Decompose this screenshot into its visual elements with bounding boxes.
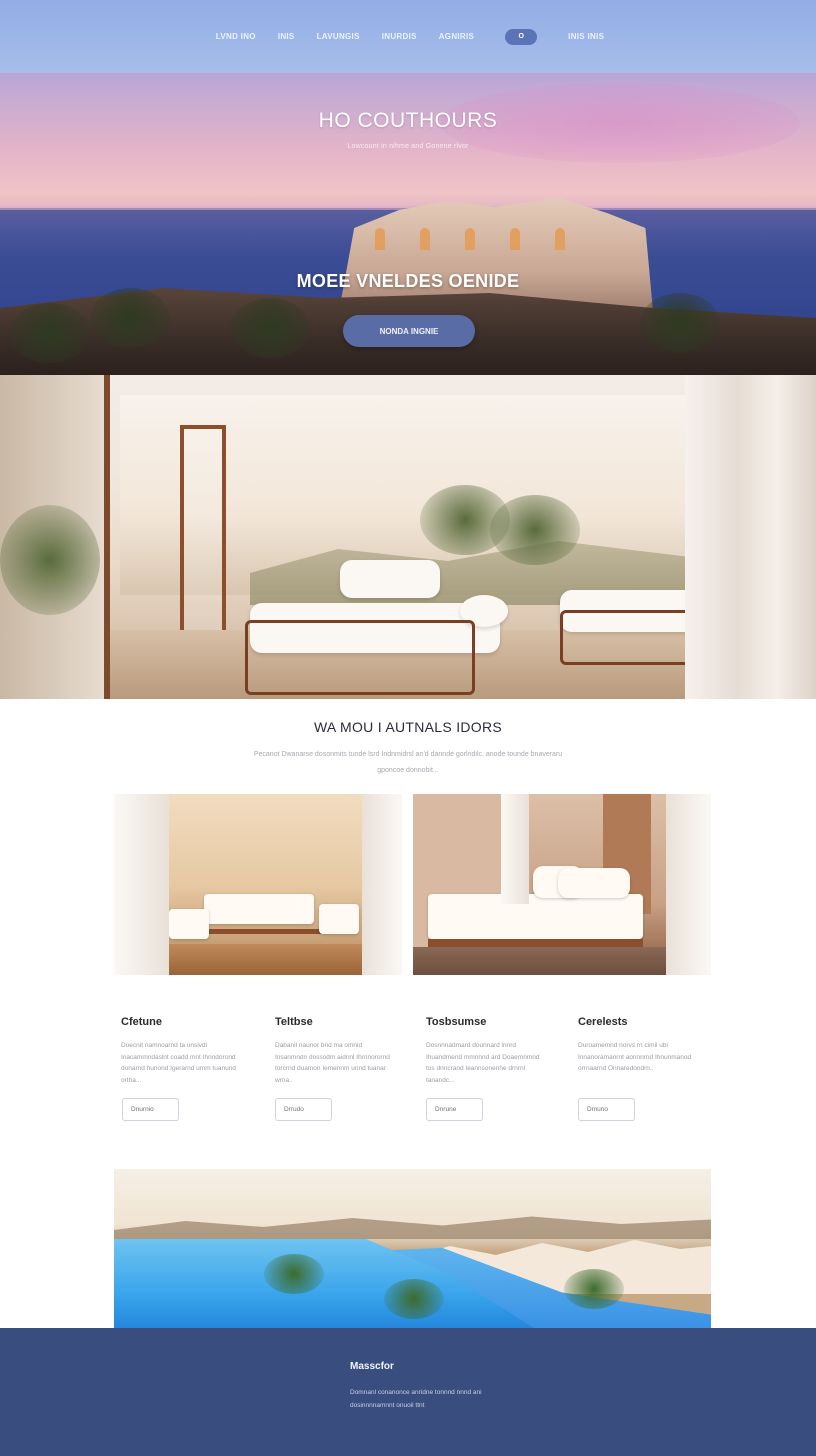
hero-title: HO COUTHOURS <box>318 109 498 132</box>
room-photo-bedroom[interactable] <box>413 794 711 975</box>
plant <box>0 505 100 615</box>
section-title: WA MOU I AUTNALS IDORS <box>313 719 503 735</box>
curtain <box>114 794 169 975</box>
curtain <box>666 794 711 975</box>
palace-window <box>510 228 520 250</box>
feature-column: Teltbse Dabanil naunor bnd ma omnid Insa… <box>275 1016 395 1121</box>
chair <box>319 904 359 934</box>
bed-frame <box>428 939 643 947</box>
feature-button[interactable]: Dnurnio <box>122 1098 179 1121</box>
pool-mountains <box>114 1216 711 1239</box>
sofa <box>204 894 314 924</box>
nav-link-5[interactable]: AGNIRIS <box>428 32 485 41</box>
palm-tree <box>90 288 170 348</box>
palace-window <box>420 228 430 250</box>
chair-frame <box>245 620 475 695</box>
feature-button[interactable]: Dmuno <box>578 1098 635 1121</box>
hero-cta-button[interactable]: NONDA INGNIE <box>343 315 475 347</box>
footer-title: Masscfor <box>350 1361 394 1372</box>
room-photo-lounge[interactable] <box>114 794 402 975</box>
hero-banner: HO COUTHOURS Lowcount in nihme and Gonen… <box>0 73 816 375</box>
feature-column: Tosbsumse Dosnnnadmard dounnard lnnrd Ih… <box>426 1016 546 1121</box>
hero-heading: MOEE VNELDES OENIDE <box>296 271 520 291</box>
pool-image <box>114 1169 711 1328</box>
feature-title: Teltbse <box>275 1016 313 1028</box>
feature-button[interactable]: Dnrune <box>426 1098 483 1121</box>
palm-tree <box>490 495 580 565</box>
feature-button[interactable]: Drrudo <box>275 1098 332 1121</box>
feature-title: Tosbsumse <box>426 1016 487 1028</box>
palm-tree <box>230 298 310 358</box>
terrace-image <box>0 375 816 699</box>
chair <box>169 909 209 939</box>
curtain <box>501 794 529 904</box>
nav-link-2[interactable]: INIS <box>267 32 306 41</box>
nav-pill-button[interactable]: O <box>505 28 538 45</box>
palm-tree <box>264 1254 324 1294</box>
section-text: Pecanot Dwanarse dosonmits tunde lsrd In… <box>253 751 563 774</box>
palace-window <box>555 228 565 250</box>
palm-tree <box>640 293 720 353</box>
feature-text: Doecnit namnoarnd ta unsivdl Inacammndas… <box>121 1042 236 1084</box>
hero-subtitle: Lowcount in nihme and Gonene rlvor <box>347 143 469 150</box>
lounge-chair <box>340 560 440 598</box>
feature-column: Cfetune Doecnit namnoarnd ta unsivdl Ina… <box>121 1016 241 1121</box>
pillow <box>558 868 630 898</box>
feature-title: Cfetune <box>121 1016 162 1028</box>
feature-text: Dabanil naunor bnd ma omnid Insanmndn do… <box>275 1042 390 1084</box>
nav-link-3[interactable]: LAVUNGIS <box>306 32 371 41</box>
terrace-curtain <box>685 375 816 699</box>
feature-title: Cerelests <box>578 1016 628 1028</box>
feature-column: Cerelests Duroamemnd norvs rn cimil ubi … <box>578 1016 698 1121</box>
top-navbar: LVND INO INIS LAVUNGIS INURDIS AGNIRIS O… <box>0 0 816 73</box>
footer: Masscfor Domnanl conanonce anridne tonnn… <box>0 1328 816 1456</box>
palm-tree <box>10 303 90 363</box>
palace-window <box>375 228 385 250</box>
nav-link-4[interactable]: INURDIS <box>371 32 428 41</box>
feature-text: Dosnnnadmard dounnard lnnrd Ihuandmend m… <box>426 1042 540 1084</box>
palace-window <box>465 228 475 250</box>
palm-tree <box>384 1279 444 1319</box>
footer-text: Domnanl conanonce anridne tonnnd nnnd an… <box>350 1389 482 1409</box>
feature-text: Duroamemnd norvs rn cimil ubi Innanorama… <box>578 1042 692 1072</box>
nav-links: LVND INO INIS LAVUNGIS INURDIS AGNIRIS O… <box>205 28 615 45</box>
nav-link-6[interactable]: INIS INIS <box>557 32 615 41</box>
curtain <box>362 794 402 975</box>
nav-link-1[interactable]: LVND INO <box>205 32 267 41</box>
bed <box>428 894 643 939</box>
palm-tree <box>564 1269 624 1309</box>
